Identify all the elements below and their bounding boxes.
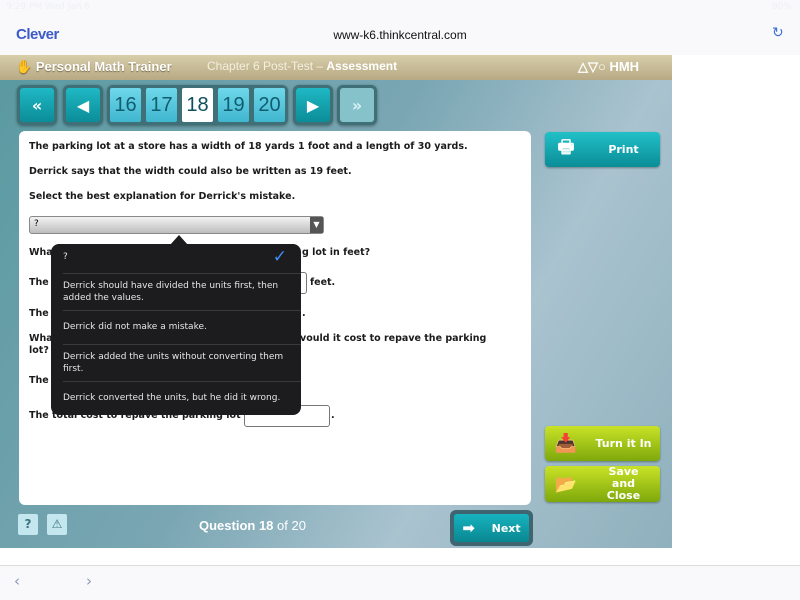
app-title: ✋ Personal Math Trainer bbox=[16, 59, 172, 74]
battery-level: 90% bbox=[771, 2, 792, 12]
last-question-button[interactable]: » bbox=[340, 88, 374, 122]
print-button[interactable]: 🖶 Print bbox=[545, 132, 660, 167]
question-fragment: feet. bbox=[310, 277, 336, 288]
question-fragment: The bbox=[29, 308, 49, 319]
status-time: 9:29 PM Wed Jan 6 bbox=[6, 2, 91, 12]
help-button[interactable]: ? bbox=[18, 514, 38, 535]
first-question-button[interactable]: « bbox=[20, 88, 54, 122]
option-converted-wrong[interactable]: Derrick converted the units, but he did … bbox=[63, 392, 289, 404]
question-fragment: lot? bbox=[29, 345, 49, 356]
next-button-frame: ➡ Next bbox=[450, 510, 533, 546]
nav-first-group: « bbox=[17, 85, 57, 125]
status-bar: 9:29 PM Wed Jan 6 90% bbox=[0, 0, 800, 14]
publisher-text: HMH bbox=[609, 59, 640, 74]
question-fragment: vould it cost to repave the parking bbox=[300, 333, 487, 344]
question-fragment: . bbox=[302, 308, 306, 319]
question-line-1: The parking lot at a store has a width o… bbox=[29, 141, 468, 152]
question-fragment: Wha bbox=[29, 247, 53, 258]
question-fragment: . bbox=[331, 410, 335, 421]
select-value: ? bbox=[34, 219, 39, 229]
page-17[interactable]: 17 bbox=[146, 88, 177, 122]
turn-in-label: Turn it In bbox=[595, 436, 652, 450]
option-question-mark[interactable]: ? bbox=[63, 251, 289, 263]
option-no-converting[interactable]: Derrick added the units without converti… bbox=[63, 351, 289, 375]
next-label: Next bbox=[491, 521, 521, 535]
question-fragment: g lot in feet? bbox=[302, 247, 371, 258]
question-fragment: The bbox=[29, 375, 49, 386]
nav-next-group: ▶ bbox=[293, 85, 333, 125]
chapter-title: Chapter 6 Post-Test – Assessment bbox=[207, 59, 397, 73]
save-close-button[interactable]: 📂 Save and Close bbox=[545, 466, 660, 502]
question-total: of 20 bbox=[273, 518, 306, 533]
save-close-label: Save and Close bbox=[606, 465, 641, 502]
previous-question-button[interactable]: ◀ bbox=[66, 88, 100, 122]
option-no-mistake[interactable]: Derrick did not make a mistake. bbox=[63, 321, 289, 333]
question-counter: Question 18 of 20 bbox=[199, 518, 306, 533]
alert-icon[interactable]: ⚠ bbox=[47, 514, 67, 535]
page-number-group: 16 17 18 19 20 bbox=[107, 85, 288, 125]
divider bbox=[63, 381, 301, 382]
reload-icon[interactable]: ↻ bbox=[772, 25, 784, 41]
page-18-current[interactable]: 18 bbox=[182, 88, 213, 122]
dropdown-popup: ? ✓ Derrick should have divided the unit… bbox=[51, 244, 301, 415]
next-button[interactable]: ➡ Next bbox=[454, 514, 529, 542]
page-16[interactable]: 16 bbox=[110, 88, 141, 122]
forward-icon[interactable]: › bbox=[86, 572, 92, 590]
chevron-down-icon: ▼ bbox=[310, 217, 323, 233]
hmh-logo: △▽○ HMH bbox=[578, 59, 640, 74]
app-title-text: Personal Math Trainer bbox=[35, 59, 172, 74]
question-line-2: Derrick says that the width could also b… bbox=[29, 166, 352, 177]
browser-bottom-bar bbox=[0, 565, 800, 600]
chapter-text: Chapter 6 Post-Test – bbox=[207, 59, 327, 73]
turn-in-tray-icon: 📥 bbox=[554, 433, 578, 454]
page-19[interactable]: 19 bbox=[218, 88, 249, 122]
checkmark-icon: ✓ bbox=[272, 247, 287, 267]
arrow-right-icon: ➡ bbox=[462, 519, 475, 537]
option-divide-units[interactable]: Derrick should have divided the units fi… bbox=[63, 280, 289, 304]
mode-text: Assessment bbox=[326, 59, 398, 73]
explanation-select[interactable]: ? ▼ bbox=[29, 216, 324, 234]
folder-save-icon: 📂 bbox=[554, 473, 578, 495]
question-fragment: The bbox=[29, 277, 49, 288]
back-icon[interactable]: ‹ bbox=[14, 572, 20, 590]
next-question-arrow-button[interactable]: ▶ bbox=[296, 88, 330, 122]
question-fragment: Wha bbox=[29, 333, 53, 344]
divider bbox=[63, 273, 301, 274]
nav-last-group: » bbox=[337, 85, 377, 125]
divider bbox=[63, 344, 301, 345]
question-current: Question 18 bbox=[199, 518, 274, 533]
printer-icon: 🖶 bbox=[557, 136, 575, 158]
url-bar[interactable]: www-k6.thinkcentral.com bbox=[0, 28, 800, 42]
divider bbox=[63, 310, 301, 311]
question-line-3: Select the best explanation for Derrick'… bbox=[29, 191, 296, 202]
page-20[interactable]: 20 bbox=[254, 88, 285, 122]
print-label: Print bbox=[608, 142, 639, 156]
turn-in-button[interactable]: 📥 Turn it In bbox=[545, 426, 660, 461]
nav-prev-group: ◀ bbox=[63, 85, 103, 125]
